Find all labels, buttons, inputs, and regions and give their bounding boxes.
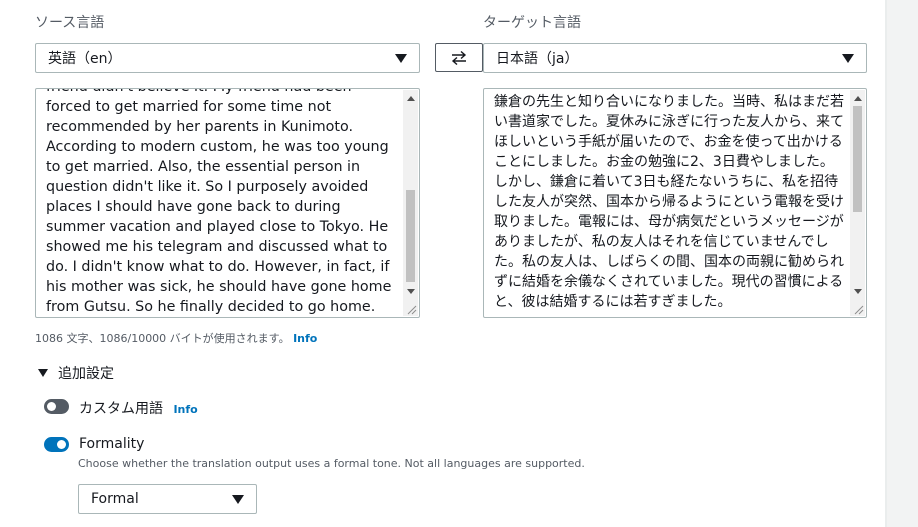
scroll-down-icon[interactable] — [407, 289, 415, 294]
resize-handle-icon[interactable] — [407, 305, 417, 315]
source-language-label: ソース言語 — [35, 15, 105, 31]
count-info-link[interactable]: Info — [293, 332, 317, 345]
additional-settings-title: 追加設定 — [58, 366, 114, 382]
source-text-area[interactable]: friend didn't believe it. My friend had … — [35, 88, 420, 318]
custom-terminology-info-link[interactable]: Info — [173, 403, 197, 416]
toggle-knob — [47, 402, 56, 411]
caret-down-icon — [395, 54, 407, 63]
additional-settings-toggle[interactable]: 追加設定 — [38, 363, 114, 383]
source-text: friend didn't believe it. My friend had … — [46, 89, 392, 315]
source-language-value: 英語（en） — [48, 51, 122, 67]
caret-down-icon — [38, 369, 48, 377]
caret-down-icon — [842, 54, 854, 63]
source-scrollbar[interactable] — [403, 90, 418, 316]
scroll-thumb[interactable] — [853, 106, 862, 212]
source-language-select[interactable]: 英語（en） — [35, 43, 420, 73]
target-text: 鎌倉の先生と知り合いになりました。当時、私はまだ若い書道家でした。夏休みに泳ぎに… — [494, 94, 844, 310]
target-language-value: 日本語（ja） — [496, 51, 579, 67]
target-scrollbar[interactable] — [850, 90, 865, 316]
scroll-up-icon[interactable] — [854, 96, 862, 101]
toggle-knob — [57, 440, 66, 449]
formality-label: Formality — [79, 436, 145, 452]
target-language-label: ターゲット言語 — [483, 15, 581, 31]
formality-value: Formal — [91, 491, 139, 507]
formality-description: Choose whether the translation output us… — [78, 457, 585, 470]
scroll-thumb[interactable] — [406, 190, 415, 282]
caret-down-icon — [232, 495, 244, 504]
resize-handle-icon[interactable] — [854, 305, 864, 315]
target-language-select[interactable]: 日本語（ja） — [483, 43, 867, 73]
custom-terminology-label: カスタム用語 Info — [79, 398, 198, 418]
swap-languages-button[interactable] — [435, 43, 483, 72]
formality-select[interactable]: Formal — [78, 484, 257, 514]
scroll-up-icon[interactable] — [407, 96, 415, 101]
character-count: 1086 文字、1086/10000 バイトが使用されます。 Info — [35, 330, 317, 346]
target-text-area[interactable]: 鎌倉の先生と知り合いになりました。当時、私はまだ若い書道家でした。夏休みに泳ぎに… — [483, 88, 867, 318]
formality-toggle[interactable] — [44, 437, 69, 452]
character-count-text: 1086 文字、1086/10000 バイトが使用されます。 — [35, 332, 290, 345]
custom-terminology-toggle[interactable] — [44, 399, 69, 414]
scroll-down-icon[interactable] — [854, 289, 862, 294]
custom-terminology-text: カスタム用語 — [79, 401, 163, 417]
right-gutter — [887, 0, 918, 527]
swap-arrows-icon — [451, 50, 467, 65]
